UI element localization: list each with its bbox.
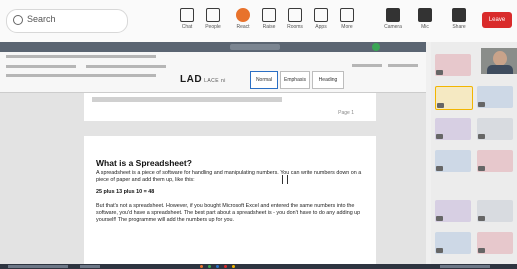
document-canvas[interactable]: Page 1 What is a Spreadsheet? A spreadsh…: [0, 93, 426, 266]
participant-tile[interactable]: [477, 118, 513, 140]
participant-tile[interactable]: [477, 200, 513, 222]
apps-button[interactable]: Apps: [308, 6, 334, 38]
participant-name-tag: [436, 134, 443, 139]
participant-name-tag: [436, 216, 443, 221]
share-label: Share: [452, 24, 466, 30]
search-placeholder: Search: [27, 14, 56, 24]
chat-label: Chat: [181, 24, 193, 30]
participant-tile[interactable]: [477, 232, 513, 254]
paragraph-2: But that's not a spreadsheet. However, i…: [96, 203, 361, 223]
camera-icon: [386, 8, 400, 22]
paragraph-controls[interactable]: [86, 65, 166, 68]
status-dot: [372, 43, 380, 51]
style-preview-text: LAD: [180, 74, 203, 85]
raise-hand-icon: [262, 8, 276, 22]
dictate-controls[interactable]: [388, 64, 418, 67]
camera-button[interactable]: Camera: [380, 6, 406, 38]
rooms-icon: [288, 8, 302, 22]
editing-controls[interactable]: [352, 64, 382, 67]
participant-tile[interactable]: [477, 150, 513, 172]
people-button[interactable]: People: [200, 6, 226, 38]
active-speaker-tile[interactable]: [435, 86, 473, 110]
participant-name-tag: [436, 166, 443, 171]
meeting-toolbar: Search Chat People React Raise Rooms App…: [0, 0, 517, 43]
chat-icon: [180, 8, 194, 22]
share-button[interactable]: Share: [446, 6, 472, 38]
presenter-body: [487, 65, 513, 74]
system-tray[interactable]: [440, 265, 490, 268]
participant-name-tag: [436, 70, 443, 75]
font-controls[interactable]: [6, 65, 76, 68]
participant-name-tag: [478, 102, 485, 107]
style-normal[interactable]: Normal: [250, 71, 278, 89]
participants-panel: [431, 42, 517, 264]
style-emphasis[interactable]: Emphasis: [280, 71, 310, 89]
react-icon: [236, 8, 250, 22]
format-controls[interactable]: [6, 74, 156, 77]
participant-tile[interactable]: [435, 232, 471, 254]
more-icon: [340, 8, 354, 22]
camera-label: Camera: [384, 24, 402, 30]
participant-name-tag: [478, 216, 485, 221]
text-cursor-icon: [282, 175, 288, 184]
leave-button[interactable]: Leave: [482, 12, 512, 28]
chat-button[interactable]: Chat: [174, 6, 200, 38]
presenter-video[interactable]: [481, 48, 517, 74]
taskbar: [0, 264, 517, 269]
more-label: More: [341, 24, 353, 30]
raise-hand-button[interactable]: Raise: [256, 6, 282, 38]
taskbar-app-icon[interactable]: [208, 265, 211, 268]
taskbar-app-icon[interactable]: [200, 265, 203, 268]
search-icon: [13, 15, 23, 25]
taskbar-app-icon[interactable]: [232, 265, 235, 268]
participant-tile[interactable]: [435, 200, 471, 222]
raise-label: Raise: [262, 24, 276, 30]
apps-icon: [314, 8, 328, 22]
shared-document-window: LAD LACE ni Normal Emphasis Heading Page …: [0, 42, 426, 266]
sum-example: 25 plus 13 plus 10 = 48: [96, 189, 155, 195]
word-titlebar: [0, 42, 426, 52]
word-ribbon: LAD LACE ni Normal Emphasis Heading: [0, 52, 426, 93]
participant-name-tag: [478, 134, 485, 139]
ribbon-tabs[interactable]: [6, 55, 156, 58]
participant-tile[interactable]: [435, 54, 471, 76]
taskbar-window-button[interactable]: [8, 265, 68, 268]
presenter-head: [493, 51, 507, 66]
taskbar-window-button[interactable]: [80, 265, 100, 268]
participant-tile[interactable]: [435, 118, 471, 140]
share-icon: [452, 8, 466, 22]
more-button[interactable]: More: [334, 6, 360, 38]
paragraph-1: A spreadsheet is a piece of software for…: [96, 170, 362, 183]
rooms-button[interactable]: Rooms: [282, 6, 308, 38]
rooms-label: Rooms: [287, 24, 303, 30]
participant-tile[interactable]: [435, 150, 471, 172]
page-number: Page 1: [338, 110, 354, 116]
taskbar-app-icon[interactable]: [224, 265, 227, 268]
react-button[interactable]: React: [230, 6, 256, 38]
mic-icon: [418, 8, 432, 22]
mic-label: Mic: [421, 24, 429, 30]
participant-name-tag: [437, 103, 444, 108]
people-icon: [206, 8, 220, 22]
participant-name-tag: [478, 248, 485, 253]
participant-name-tag: [436, 248, 443, 253]
document-heading: What is a Spreadsheet?: [96, 158, 192, 168]
page-1-text-line: [92, 97, 282, 102]
word-search-box[interactable]: [230, 44, 280, 50]
apps-label: Apps: [315, 24, 327, 30]
mic-button[interactable]: Mic: [412, 6, 438, 38]
participant-tile[interactable]: [477, 86, 513, 108]
page-2: What is a Spreadsheet? A spreadsheet is …: [84, 136, 376, 266]
react-label: React: [236, 24, 250, 30]
style-heading[interactable]: Heading: [312, 71, 344, 89]
page-1: Page 1: [84, 93, 376, 121]
search-input[interactable]: Search: [6, 9, 128, 33]
style-preview-suffix: LACE ni: [204, 78, 226, 84]
style-preview[interactable]: LAD LACE ni: [180, 74, 226, 85]
taskbar-app-icon[interactable]: [216, 265, 219, 268]
participant-name-tag: [478, 166, 485, 171]
people-label: People: [205, 24, 221, 30]
